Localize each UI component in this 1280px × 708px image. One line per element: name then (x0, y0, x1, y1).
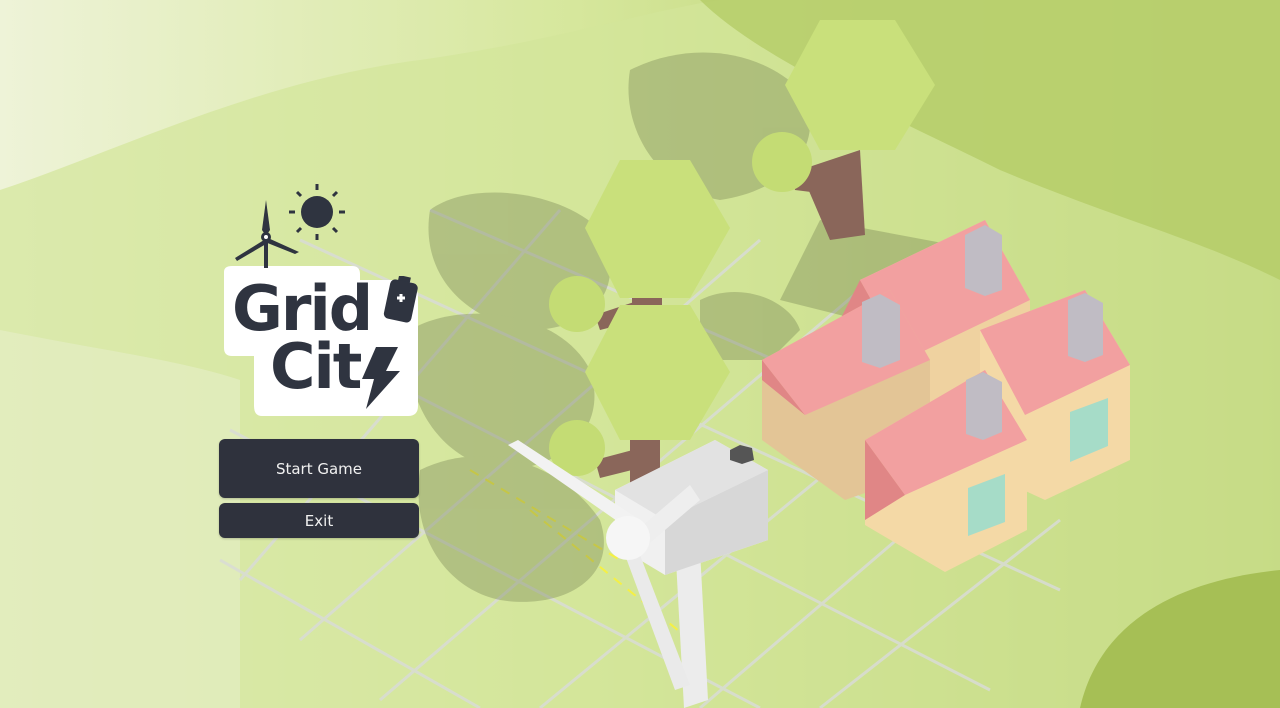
lightning-icon (362, 347, 400, 409)
exit-button[interactable]: Exit (219, 503, 419, 538)
logo-text-line2: Cit (270, 330, 362, 403)
battery-icon (383, 276, 418, 323)
game-scene (0, 0, 1280, 708)
game-logo: Grid Cit (218, 180, 428, 420)
terrain-hill (0, 330, 240, 708)
sun-icon (289, 184, 345, 240)
start-game-button[interactable]: Start Game (219, 439, 419, 498)
